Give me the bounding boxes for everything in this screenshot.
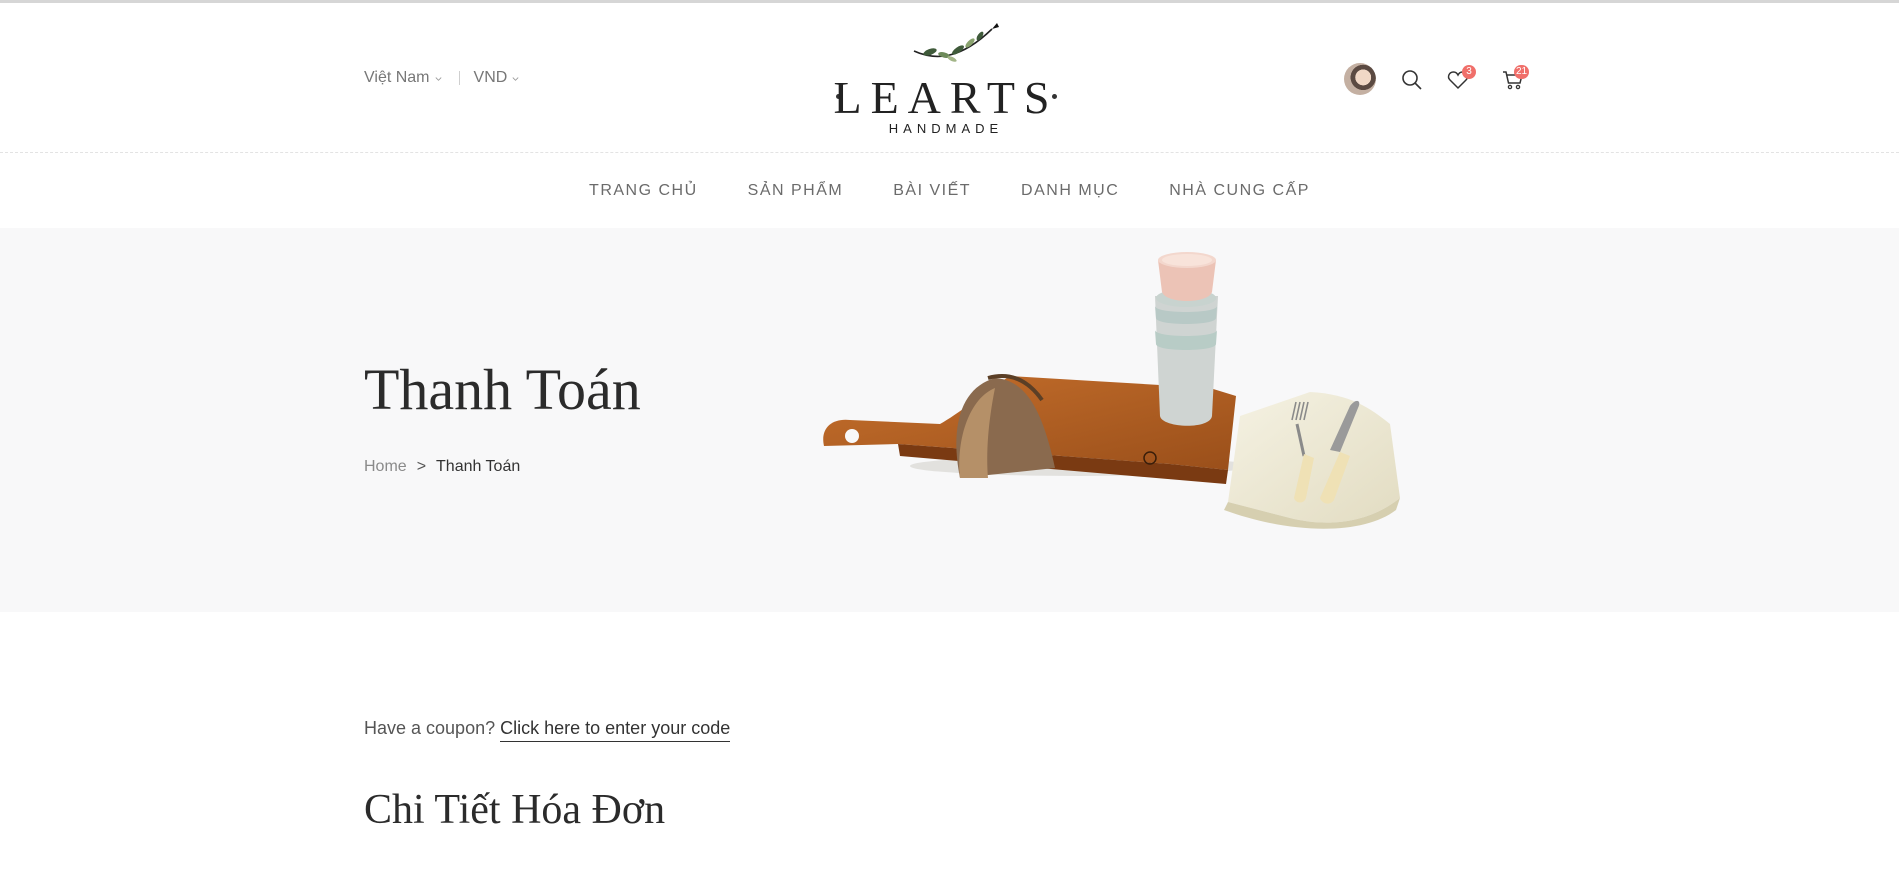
country-label: Việt Nam	[364, 69, 430, 86]
nav-item-blog[interactable]: BÀI VIẾT	[893, 182, 971, 200]
site-logo[interactable]: LEARTS HANDMADE	[830, 21, 1062, 139]
leaf-branch-icon	[913, 23, 999, 62]
locale-switcher: Việt Nam VND	[364, 69, 520, 87]
site-header: Việt Nam VND LEARTS HANDMADE 3 21	[0, 3, 1899, 153]
breadcrumb-home-link[interactable]: Home	[364, 458, 407, 476]
wishlist-button[interactable]: 3	[1446, 63, 1480, 95]
wishlist-count-badge: 3	[1462, 65, 1476, 79]
user-avatar[interactable]	[1344, 63, 1376, 95]
search-icon[interactable]	[1400, 68, 1424, 92]
page-title: Thanh Toán	[364, 357, 641, 422]
nav-item-suppliers[interactable]: NHÀ CUNG CẤP	[1169, 182, 1310, 200]
cart-button[interactable]: 21	[1501, 63, 1541, 95]
chevron-down-icon	[512, 76, 519, 81]
nav-item-categories[interactable]: DANH MỤC	[1021, 182, 1119, 200]
billing-details-title: Chi Tiết Hóa Đơn	[364, 787, 666, 833]
logo-dot-right	[1052, 94, 1057, 99]
cart-count-badge: 21	[1514, 65, 1530, 79]
coupon-prefix: Have a coupon?	[364, 718, 496, 738]
country-dropdown[interactable]: Việt Nam	[364, 69, 443, 87]
logo-subtitle: HANDMADE	[888, 121, 1004, 136]
breadcrumb: Home > Thanh Toán	[364, 458, 520, 476]
coupon-notice: Have a coupon? Click here to enter your …	[364, 718, 731, 742]
hero-image	[823, 252, 1400, 529]
page-hero: Thanh Toán Home > Thanh Toán	[0, 228, 1899, 612]
logo-wordmark: LEARTS	[833, 72, 1059, 123]
coupon-link[interactable]: Click here to enter your code	[500, 718, 731, 742]
main-navigation: TRANG CHỦ SẢN PHẨM BÀI VIẾT DANH MỤC NHÀ…	[0, 154, 1899, 228]
currency-dropdown[interactable]: VND	[474, 69, 521, 87]
chevron-down-icon	[434, 76, 442, 81]
breadcrumb-current: Thanh Toán	[436, 458, 521, 475]
breadcrumb-separator: >	[416, 458, 427, 475]
nav-item-home[interactable]: TRANG CHỦ	[589, 182, 698, 200]
nav-item-products[interactable]: SẢN PHẨM	[748, 182, 844, 200]
currency-label: VND	[473, 69, 508, 86]
locale-divider	[458, 71, 460, 85]
